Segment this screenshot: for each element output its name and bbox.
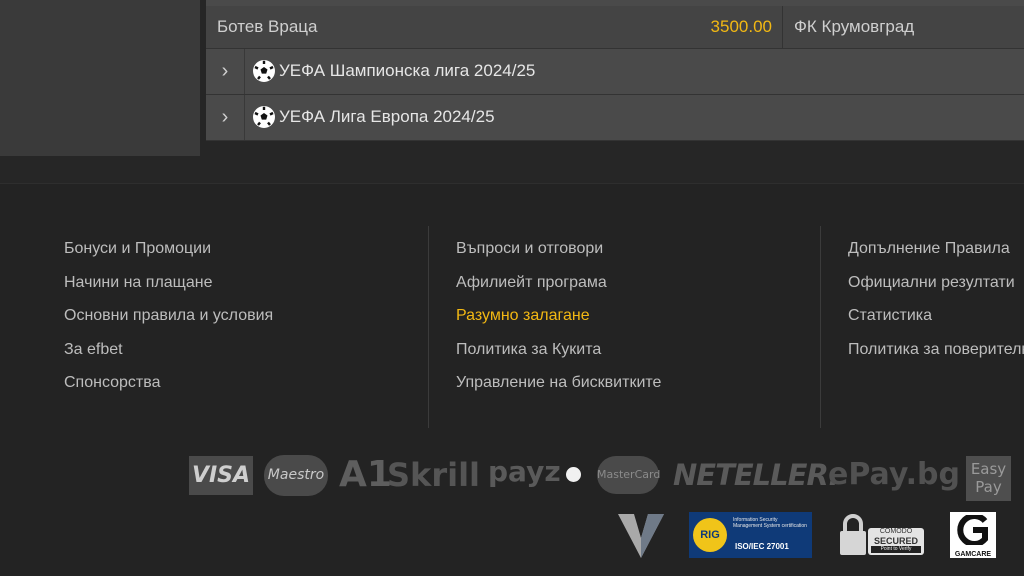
footer-link-about[interactable]: За efbet <box>64 337 273 371</box>
rig-badge: RIG <box>693 518 727 552</box>
comodo-text: COMODO <box>879 528 913 535</box>
odds-value[interactable]: 3500.00 <box>680 17 772 37</box>
footer-link-terms[interactable]: Основни правила и условия <box>64 303 273 337</box>
mastercard-logo: MasterCard <box>597 456 660 494</box>
results-table: Ботев Враца 3500.00 ФК Крумовград › УЕФА… <box>206 0 1024 141</box>
easypay-text-line1: Easy <box>970 460 1007 478</box>
gamcare-g-icon <box>957 513 988 547</box>
left-panel <box>0 0 200 156</box>
payz-dot-icon <box>566 467 581 482</box>
footer-link-privacy-policy[interactable]: Политика за поверителност <box>848 337 1024 371</box>
neteller-logo: NETELLER. <box>673 458 839 492</box>
padlock-icon <box>840 514 866 555</box>
footer-link-statistics[interactable]: Статистика <box>848 303 1024 337</box>
epay-logo: ePay.bg <box>828 457 960 492</box>
footer-link-faq[interactable]: Въпроси и отговори <box>456 236 661 270</box>
secured-text: SECURED <box>873 536 918 546</box>
v-shield-icon <box>618 514 664 558</box>
iso-title: Information Security Management System c… <box>733 517 807 529</box>
footer-column-3: Допълнение Правила Официални резултати С… <box>848 236 1024 370</box>
competition-label: УЕФА Шампионска лига 2024/25 <box>279 61 536 80</box>
chevron-right-icon[interactable]: › <box>206 49 245 94</box>
gamcare-text: GAMCARE <box>954 551 992 558</box>
result-row[interactable]: Ботев Враца 3500.00 ФК Крумовград <box>206 6 1024 49</box>
footer-link-cookie-management[interactable]: Управление на бисквитките <box>456 370 661 404</box>
verify-text: Point to Verify <box>871 546 921 553</box>
iso-code: ISO/IEC 27001 <box>735 542 789 551</box>
easypay-text-line2: Pay <box>975 478 1002 496</box>
footer-link-sponsorships[interactable]: Спонсорства <box>64 370 273 404</box>
footer-link-responsible-gambling[interactable]: Разумно залагане <box>456 303 661 337</box>
competition-row-europa-league[interactable]: › УЕФА Лига Европа 2024/25 <box>206 95 1024 141</box>
footer-column-2: Въпроси и отговори Афилиейт програма Раз… <box>456 236 661 404</box>
competition-row-champions-league[interactable]: › УЕФА Шампионска лига 2024/25 <box>206 49 1024 95</box>
footer-divider <box>0 183 1024 184</box>
footer-link-cookie-policy[interactable]: Политика за Кукита <box>456 337 661 371</box>
visa-logo: VISA <box>189 456 253 495</box>
competition-label: УЕФА Лига Европа 2024/25 <box>279 107 495 126</box>
maestro-logo: Maestro <box>264 455 328 496</box>
payz-logo: payz <box>488 455 561 488</box>
comodo-secured-logo: COMODO SECURED Point to Verify <box>838 513 924 557</box>
home-team: Ботев Враца <box>217 17 318 36</box>
iso-27001-logo: RIG Information Security Management Syst… <box>689 512 812 558</box>
footer-column-1: Бонуси и Промоции Начини на плащане Осно… <box>64 236 273 404</box>
footer-link-bonuses[interactable]: Бонуси и Промоции <box>64 236 273 270</box>
footer-link-rules-addendum[interactable]: Допълнение Правила <box>848 236 1024 270</box>
column-separator <box>428 226 429 428</box>
skrill-logo: Skrill <box>387 456 481 494</box>
footer-link-payment-methods[interactable]: Начини на плащане <box>64 270 273 304</box>
column-separator <box>820 226 821 428</box>
gamcare-logo: GAMCARE <box>950 512 996 558</box>
away-team: ФК Крумовград <box>794 17 915 36</box>
a1-logo: A1 <box>339 454 392 495</box>
soccer-ball-icon <box>253 60 275 82</box>
chevron-right-icon[interactable]: › <box>206 95 245 140</box>
easypay-logo: Easy Pay <box>966 456 1011 501</box>
soccer-ball-icon <box>253 106 275 128</box>
row-separator <box>782 6 783 48</box>
footer-link-official-results[interactable]: Официални резултати <box>848 270 1024 304</box>
footer-link-affiliate[interactable]: Афилиейт програма <box>456 270 661 304</box>
